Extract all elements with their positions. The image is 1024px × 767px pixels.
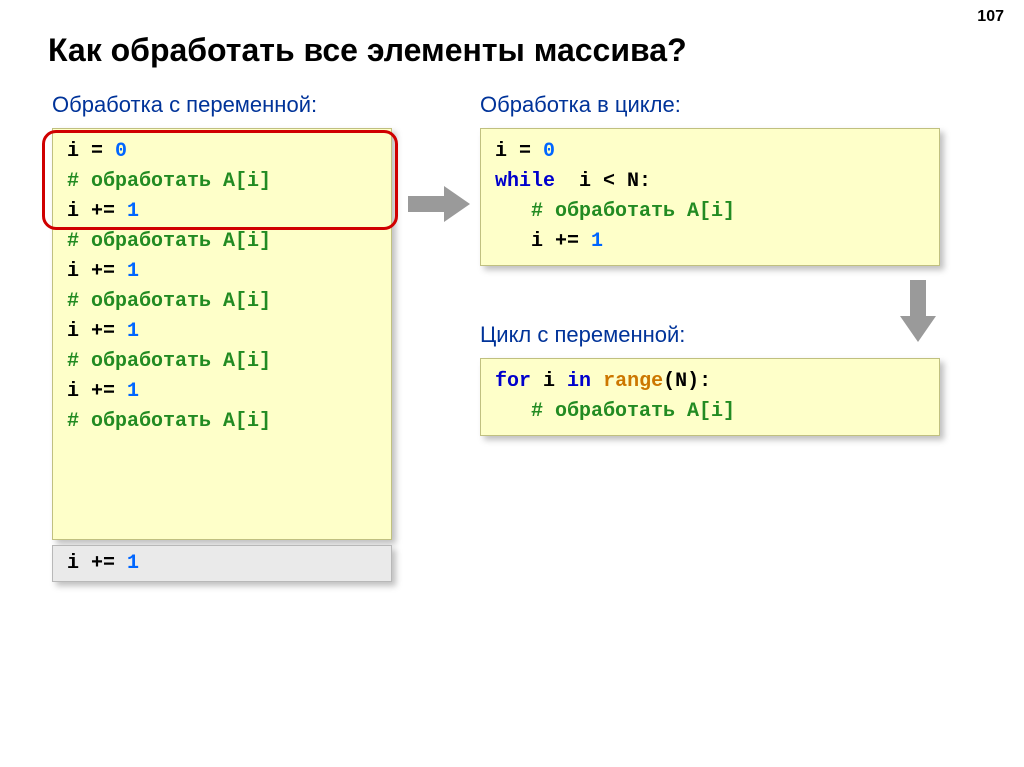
code-line: while i < N: [495, 167, 925, 197]
code-line: i = 0 [495, 137, 925, 167]
code-line: for i in range(N): [495, 367, 925, 397]
code-line: # обработать A[i] [67, 167, 377, 197]
arrow-down-icon [900, 280, 936, 342]
code-line: # обработать A[i] [67, 227, 377, 257]
code-box-grey: i += 1 [52, 545, 392, 582]
page-title: Как обработать все элементы массива? [48, 32, 687, 69]
code-text: i += [67, 552, 127, 575]
code-line: # обработать A[i] [67, 347, 377, 377]
code-line: i = 0 [67, 137, 377, 167]
arrow-right-icon [408, 186, 470, 222]
code-line: # обработать A[i] [495, 197, 925, 227]
code-number: 1 [127, 552, 139, 575]
subtitle-loop: Обработка в цикле: [480, 92, 681, 118]
code-line: i += 1 [67, 377, 377, 407]
code-box-variable: i = 0 # обработать A[i] i += 1 # обработ… [52, 128, 392, 540]
page-number: 107 [977, 8, 1004, 26]
code-line: # обработать A[i] [67, 287, 377, 317]
code-line: # обработать A[i] [67, 407, 377, 437]
code-line: i += 1 [67, 257, 377, 287]
code-line: i += 1 [495, 227, 925, 257]
code-line: i += 1 [67, 317, 377, 347]
code-box-while: i = 0 while i < N: # обработать A[i] i +… [480, 128, 940, 266]
code-box-for: for i in range(N): # обработать A[i] [480, 358, 940, 436]
subtitle-for-loop: Цикл с переменной: [480, 322, 685, 348]
code-line: i += 1 [67, 197, 377, 227]
subtitle-variable: Обработка с переменной: [52, 92, 317, 118]
code-line: # обработать A[i] [495, 397, 925, 427]
